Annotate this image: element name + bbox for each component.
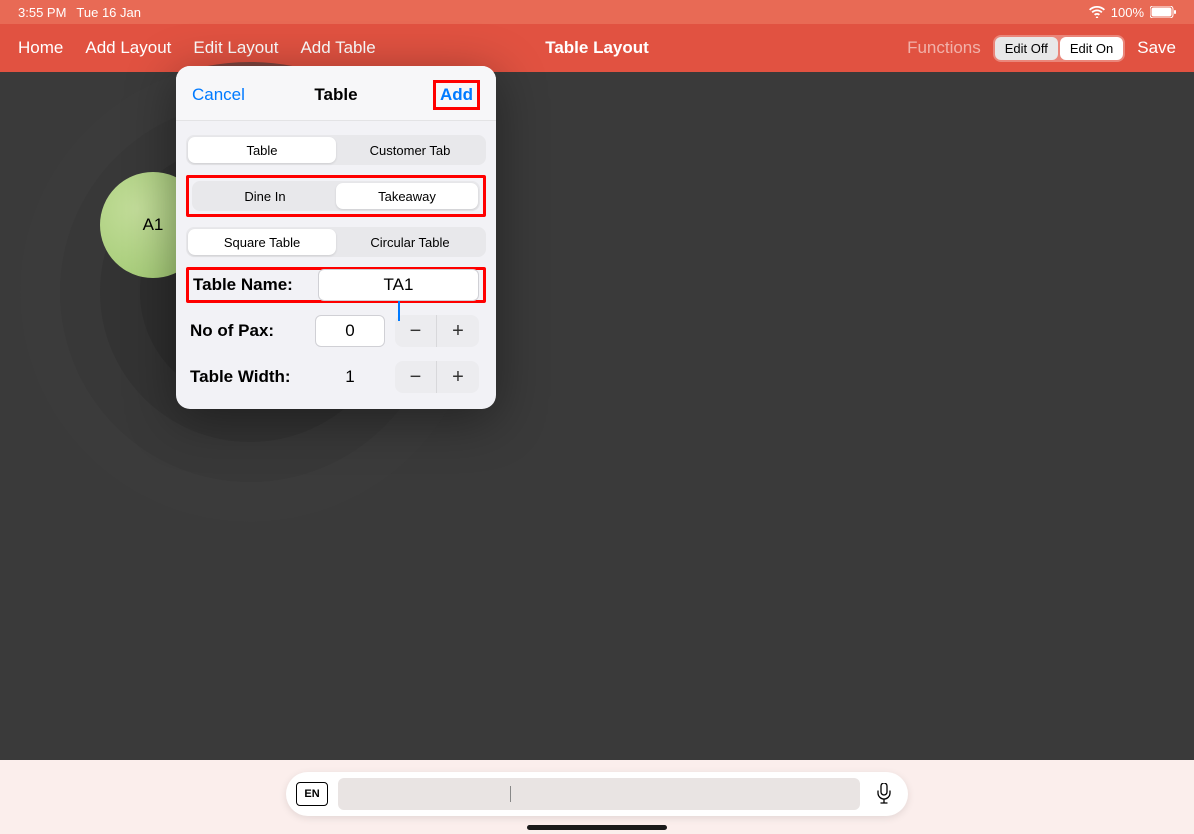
page-title: Table Layout	[545, 38, 649, 58]
pax-label: No of Pax:	[190, 321, 315, 341]
segment-table[interactable]: Table	[188, 137, 336, 163]
width-minus-button[interactable]: −	[395, 361, 437, 393]
width-stepper[interactable]: − +	[395, 361, 479, 393]
table-name-label: Table Name:	[193, 275, 318, 295]
add-button-highlight: Add	[433, 80, 480, 110]
popover-title: Table	[314, 85, 357, 105]
type-segment[interactable]: Table Customer Tab	[186, 135, 486, 165]
segment-dine-in[interactable]: Dine In	[194, 183, 336, 209]
table-marker-label: A1	[143, 215, 164, 235]
service-segment-highlight: Dine In Takeaway	[186, 175, 486, 217]
width-label: Table Width:	[190, 367, 315, 387]
pax-plus-button[interactable]: +	[437, 315, 479, 347]
width-plus-button[interactable]: +	[437, 361, 479, 393]
segment-takeaway[interactable]: Takeaway	[336, 183, 478, 209]
keyboard-bar[interactable]: EN	[286, 772, 908, 816]
table-name-field[interactable]	[319, 270, 478, 300]
segment-square-table[interactable]: Square Table	[188, 229, 336, 255]
keyboard-input-field[interactable]	[338, 778, 860, 810]
segment-customer-tab[interactable]: Customer Tab	[336, 137, 484, 163]
table-name-input[interactable]	[318, 269, 479, 301]
cancel-button[interactable]: Cancel	[192, 85, 245, 105]
mic-icon[interactable]	[870, 783, 898, 805]
keyboard-area: EN	[0, 760, 1194, 834]
edit-mode-toggle[interactable]: Edit Off Edit On	[993, 35, 1125, 62]
keyboard-language-button[interactable]: EN	[296, 782, 328, 806]
segment-circular-table[interactable]: Circular Table	[336, 229, 484, 255]
status-bar: 3:55 PM Tue 16 Jan 100%	[0, 0, 1194, 24]
status-date: Tue 16 Jan	[76, 5, 141, 20]
add-button[interactable]: Add	[440, 85, 473, 104]
width-row: Table Width: 1 − +	[186, 359, 486, 395]
add-table-button[interactable]: Add Table	[300, 38, 375, 58]
save-button[interactable]: Save	[1137, 38, 1176, 58]
table-name-row-highlight: Table Name:	[186, 267, 486, 303]
home-button[interactable]: Home	[18, 38, 63, 58]
pax-minus-button[interactable]: −	[395, 315, 437, 347]
wifi-icon	[1089, 6, 1105, 18]
shape-segment[interactable]: Square Table Circular Table	[186, 227, 486, 257]
edit-off-option[interactable]: Edit Off	[995, 37, 1058, 60]
home-indicator[interactable]	[527, 825, 667, 830]
status-time: 3:55 PM	[18, 5, 66, 20]
pax-stepper[interactable]: − +	[395, 315, 479, 347]
battery-percent: 100%	[1111, 5, 1144, 20]
service-segment[interactable]: Dine In Takeaway	[192, 181, 480, 211]
toolbar: Home Add Layout Edit Layout Add Table Ta…	[0, 24, 1194, 72]
functions-button[interactable]: Functions	[907, 38, 981, 58]
edit-on-option[interactable]: Edit On	[1060, 37, 1123, 60]
battery-icon	[1150, 6, 1176, 18]
pax-row: No of Pax: 0 − +	[186, 313, 486, 349]
pax-value[interactable]: 0	[315, 315, 385, 347]
add-table-popover: Cancel Table Add Table Customer Tab Dine…	[176, 66, 496, 409]
edit-layout-button[interactable]: Edit Layout	[193, 38, 278, 58]
add-layout-button[interactable]: Add Layout	[85, 38, 171, 58]
width-value: 1	[315, 361, 385, 393]
